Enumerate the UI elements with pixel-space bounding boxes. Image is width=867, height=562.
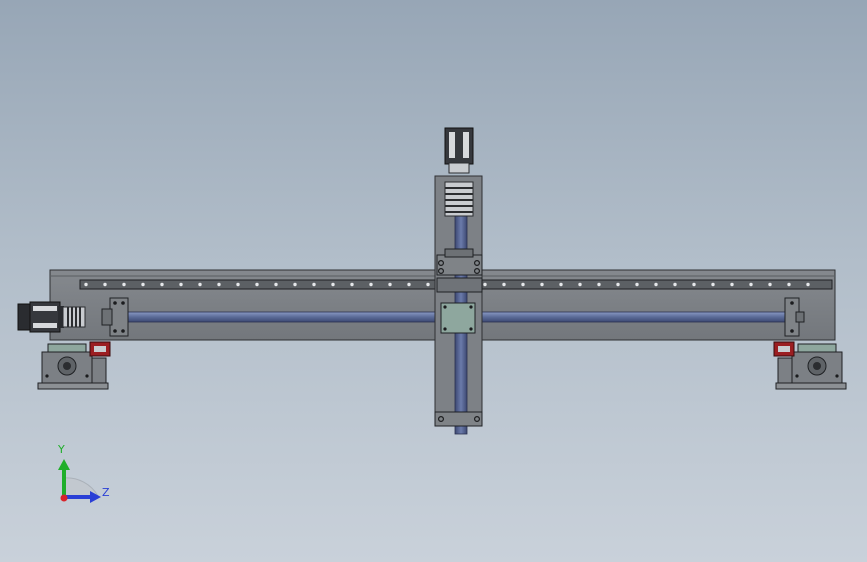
rail-bolt: [122, 282, 126, 287]
rail-bolt: [768, 282, 772, 287]
rail-bolt: [502, 282, 506, 287]
rail-bolt: [160, 282, 164, 287]
triad-z-label: Z: [102, 486, 110, 499]
rail-bolt: [730, 282, 734, 287]
x-servo-motor[interactable]: [17, 301, 64, 333]
rail-bolt: [179, 282, 183, 287]
rail-bolt: [749, 282, 753, 287]
rail-bolt: [654, 282, 658, 287]
rail-bolt: [141, 282, 145, 287]
rail-bolt: [578, 282, 582, 287]
y-motor-coupling[interactable]: [444, 181, 474, 217]
triad-y-arrow: [58, 459, 70, 470]
rail-bolt: [407, 282, 411, 287]
rail-bolt: [635, 282, 639, 287]
rail-bolt: [236, 282, 240, 287]
axis-triad[interactable]: [58, 459, 101, 503]
x-carriage-slider[interactable]: [436, 277, 483, 334]
graphics-viewport[interactable]: Y Z: [0, 0, 867, 562]
rail-bolt: [84, 282, 88, 287]
rail-bolt: [312, 282, 316, 287]
rail-bolt: [388, 282, 392, 287]
rail-bolt: [692, 282, 696, 287]
x-motor-coupling[interactable]: [62, 306, 86, 328]
rail-bolt: [350, 282, 354, 287]
rail-bolt: [806, 282, 810, 287]
y-servo-motor[interactable]: [444, 127, 474, 174]
rail-bolt: [369, 282, 373, 287]
triad-x-axis-dot: [60, 494, 68, 502]
rail-bolt: [198, 282, 202, 287]
rail-bolt: [559, 282, 563, 287]
cad-model-scene[interactable]: [0, 0, 867, 562]
rail-bolt: [274, 282, 278, 287]
rail-bolt: [711, 282, 715, 287]
limit-stop-left: [89, 341, 111, 357]
rail-bolt: [426, 282, 430, 287]
rail-bolt: [255, 282, 259, 287]
rail-bolt: [616, 282, 620, 287]
rail-bolt: [787, 282, 791, 287]
rail-bolt: [217, 282, 221, 287]
rail-bolt: [483, 282, 487, 287]
rail-bolt: [540, 282, 544, 287]
rail-bolt: [521, 282, 525, 287]
triad-y-label: Y: [58, 443, 65, 456]
rail-bolt: [331, 282, 335, 287]
y-bearing-block-bottom[interactable]: [434, 411, 483, 427]
rail-bolt: [673, 282, 677, 287]
rail-bolt: [597, 282, 601, 287]
limit-stop-right: [773, 341, 795, 357]
rail-bolt: [293, 282, 297, 287]
rail-bolt: [103, 282, 107, 287]
